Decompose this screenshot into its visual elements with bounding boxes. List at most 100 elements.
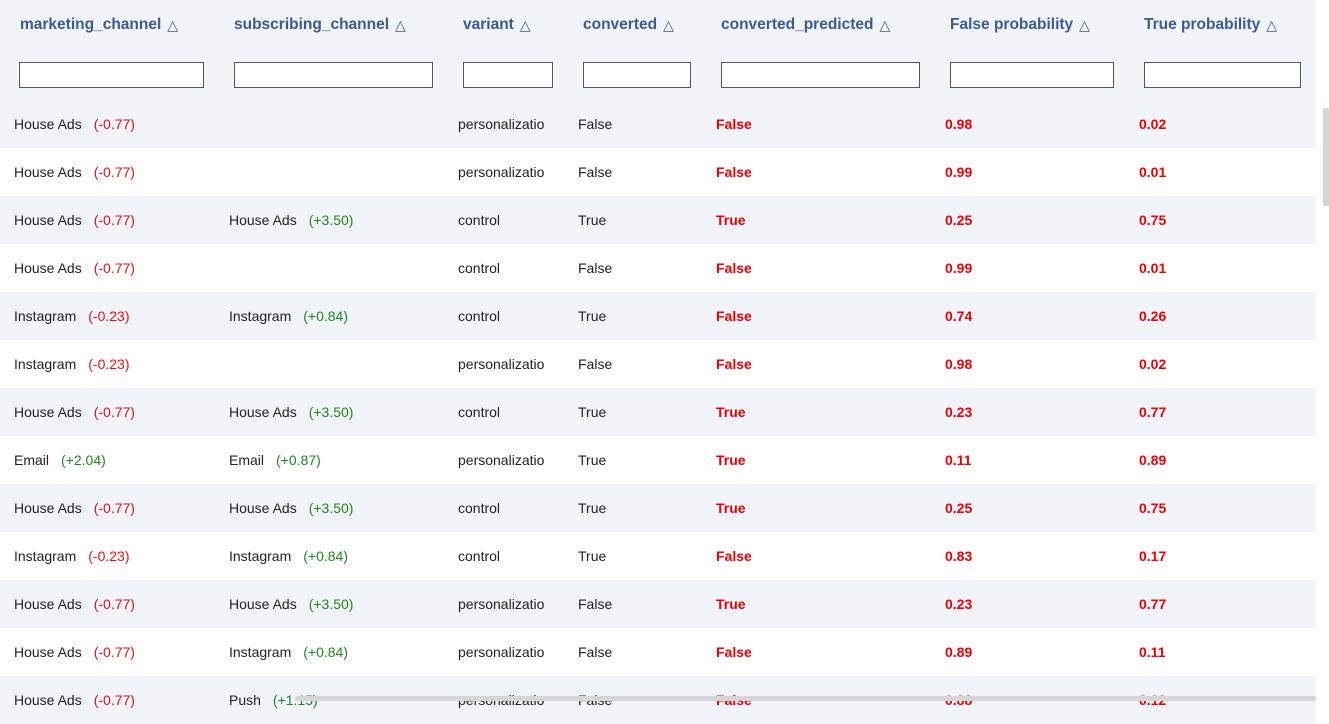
cell-false-probability: 0.99 (945, 164, 973, 180)
table-row: House Ads (-0.77) Instagram (+0.84) personal… (0, 628, 1316, 676)
marketing-channel-score: (-0.77) (93, 644, 135, 660)
cell-true-probability: 0.17 (1139, 548, 1167, 564)
column-header-label: converted (583, 16, 658, 33)
cell-converted-predicted: True (716, 452, 746, 468)
sort-icon[interactable]: △ (663, 17, 674, 34)
cell-converted: True (578, 404, 607, 420)
cell-false-probability: 0.89 (945, 644, 973, 660)
column-header-true-probability[interactable]: True probability △ (1144, 0, 1277, 50)
filter-input-variant[interactable] (463, 62, 553, 88)
cell-variant: control (458, 260, 501, 276)
table-row: House Ads (-0.77) House Ads (+3.50) personal… (0, 580, 1316, 628)
marketing-channel-value: House Ads (14, 404, 82, 420)
column-header-converted-predicted[interactable]: converted_predicted △ (721, 0, 890, 50)
filter-input-converted[interactable] (583, 62, 691, 88)
marketing-channel-score: (-0.77) (93, 212, 135, 228)
column-header-subscribing-channel[interactable]: subscribing_channel △ (234, 0, 406, 50)
cell-marketing-channel: Instagram (-0.23) (14, 292, 129, 340)
table-row: House Ads (-0.77) personalizatio False False… (0, 148, 1316, 196)
table-row: House Ads (-0.77) House Ads (+3.50) control T… (0, 484, 1316, 532)
subscribing-channel-value: Instagram (229, 644, 292, 660)
cell-false-probability: 0.11 (945, 452, 972, 468)
subscribing-channel-value: Email (229, 452, 265, 468)
cell-subscribing-channel: Instagram (+0.84) (229, 532, 348, 580)
sort-icon[interactable]: △ (395, 17, 406, 34)
cell-false-probability: 0.83 (945, 548, 973, 564)
column-header-label: marketing_channel (20, 16, 162, 33)
sort-icon[interactable]: △ (1266, 17, 1277, 34)
cell-marketing-channel: House Ads (-0.77) (14, 100, 135, 148)
cell-true-probability: 0.26 (1139, 308, 1167, 324)
cell-converted-predicted: True (716, 404, 746, 420)
cell-variant: control (458, 500, 501, 516)
filter-input-true-probability[interactable] (1144, 62, 1301, 88)
cell-false-probability: 0.98 (945, 116, 973, 132)
cell-marketing-channel: House Ads (-0.77) (14, 244, 135, 292)
cell-variant: personalizatio (458, 356, 545, 372)
vertical-scrollbar[interactable] (1323, 108, 1329, 206)
cell-converted-predicted: False (716, 116, 752, 132)
cell-subscribing-channel: Email (+0.87) (229, 436, 321, 484)
marketing-channel-score: (-0.77) (93, 596, 135, 612)
marketing-channel-score: (-0.23) (88, 308, 130, 324)
cell-variant: personalizatio (458, 644, 545, 660)
marketing-channel-value: Instagram (14, 356, 77, 372)
marketing-channel-score: (-0.23) (88, 548, 130, 564)
cell-marketing-channel: House Ads (-0.77) (14, 148, 135, 196)
cell-converted-predicted: False (716, 260, 752, 276)
cell-converted-predicted: True (716, 596, 746, 612)
marketing-channel-value: Instagram (14, 548, 77, 564)
cell-subscribing-channel: Instagram (+0.84) (229, 292, 348, 340)
cell-subscribing-channel: House Ads (+3.50) (229, 196, 353, 244)
cell-subscribing-channel: House Ads (+3.50) (229, 580, 353, 628)
column-header-variant[interactable]: variant △ (463, 0, 531, 50)
cell-converted: False (578, 596, 613, 612)
header-row: marketing_channel △ subscribing_channel △ va… (0, 0, 1316, 50)
cell-true-probability: 0.11 (1139, 644, 1166, 660)
subscribing-channel-score: (+3.50) (308, 404, 354, 420)
cell-converted: False (578, 356, 613, 372)
sort-icon[interactable]: △ (520, 17, 531, 34)
sort-icon[interactable]: △ (879, 17, 890, 34)
cell-variant: control (458, 404, 501, 420)
table-row: Instagram (-0.23) personalizatio False False… (0, 340, 1316, 388)
horizontal-scrollbar[interactable] (295, 696, 1316, 701)
column-header-label: variant (463, 16, 514, 33)
cell-true-probability: 0.75 (1139, 212, 1167, 228)
cell-marketing-channel: House Ads (-0.77) (14, 676, 135, 724)
sort-icon[interactable]: △ (167, 17, 178, 34)
filter-input-marketing-channel[interactable] (19, 62, 204, 88)
filter-input-subscribing-channel[interactable] (234, 62, 433, 88)
subscribing-channel-value: House Ads (229, 404, 297, 420)
column-header-converted[interactable]: converted △ (583, 0, 674, 50)
cell-true-probability: 0.75 (1139, 500, 1167, 516)
table-row: House Ads (-0.77) House Ads (+3.50) control T… (0, 388, 1316, 436)
column-header-label: converted_predicted (721, 16, 874, 33)
filter-input-false-probability[interactable] (950, 62, 1114, 88)
cell-marketing-channel: House Ads (-0.77) (14, 196, 135, 244)
marketing-channel-value: House Ads (14, 212, 82, 228)
cell-converted: False (578, 164, 613, 180)
subscribing-channel-score: (+0.84) (303, 308, 348, 324)
table-row: House Ads (-0.77) control False False 0.99 0.0… (0, 244, 1316, 292)
cell-true-probability: 0.02 (1139, 356, 1167, 372)
cell-false-probability: 0.25 (945, 212, 973, 228)
cell-converted-predicted: True (716, 500, 746, 516)
table-row: Email (+2.04) Email (+0.87) personalizatio Tr… (0, 436, 1316, 484)
column-header-marketing-channel[interactable]: marketing_channel △ (20, 0, 178, 50)
marketing-channel-value: House Ads (14, 116, 82, 132)
table-row: House Ads (-0.77) House Ads (+3.50) control T… (0, 196, 1316, 244)
cell-converted-predicted: False (716, 548, 752, 564)
cell-converted: True (578, 452, 607, 468)
cell-converted: True (578, 500, 607, 516)
cell-false-probability: 0.25 (945, 500, 973, 516)
cell-marketing-channel: House Ads (-0.77) (14, 388, 135, 436)
cell-converted: False (578, 644, 613, 660)
filter-input-converted-predicted[interactable] (721, 62, 920, 88)
column-header-false-probability[interactable]: False probability △ (950, 0, 1090, 50)
cell-converted-predicted: False (716, 164, 752, 180)
cell-variant: personalizatio (458, 452, 545, 468)
sort-icon[interactable]: △ (1079, 17, 1090, 34)
cell-converted-predicted: False (716, 308, 752, 324)
filter-row (0, 50, 1316, 100)
